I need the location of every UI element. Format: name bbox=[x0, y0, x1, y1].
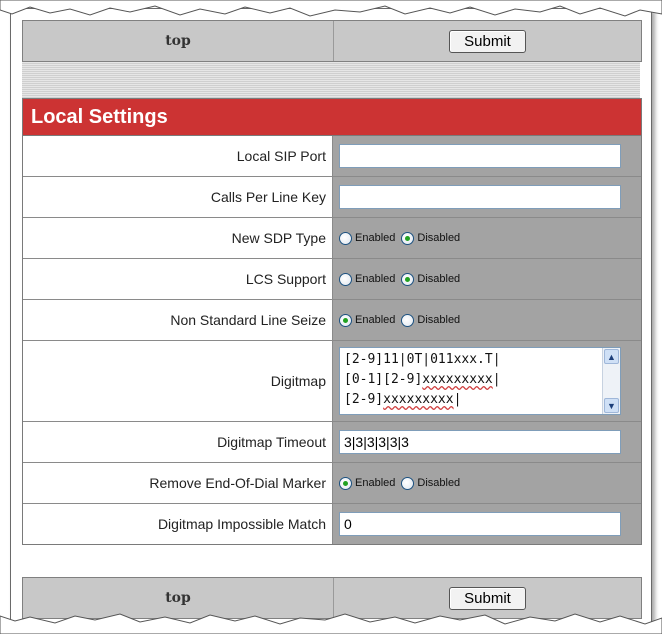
digitmap-line-3-prefix: [2-9] bbox=[344, 392, 384, 407]
remove-end-of-dial-marker-enabled-radio[interactable] bbox=[339, 476, 352, 490]
submit-button-bottom[interactable]: Submit bbox=[449, 586, 526, 610]
digitmap-line-1: [2-9]11|0T|011xxx.T| bbox=[344, 352, 501, 367]
row-new-sdp-type: New SDP Type Enabled Disabled bbox=[23, 218, 641, 259]
submit-button-top[interactable]: Submit bbox=[449, 29, 526, 53]
calls-per-line-key-input[interactable] bbox=[339, 185, 621, 209]
digitmap-line-2-digits: xxxxxxxxx bbox=[422, 372, 493, 387]
bottom-nav-bar: top Submit bbox=[22, 577, 642, 619]
digitmap-scrollbar[interactable]: ▲ ▼ bbox=[602, 348, 620, 414]
top-link[interactable]: top bbox=[23, 21, 334, 61]
row-digitmap-impossible-match: Digitmap Impossible Match bbox=[23, 504, 641, 544]
digitmap-line-3-digits: xxxxxxxxx bbox=[383, 392, 454, 407]
new-sdp-type-radio-group: Enabled Disabled bbox=[339, 231, 466, 245]
digitmap-impossible-match-label: Digitmap Impossible Match bbox=[23, 504, 333, 544]
radio-label-disabled: Disabled bbox=[417, 314, 461, 326]
digitmap-timeout-input[interactable] bbox=[339, 430, 621, 454]
separator bbox=[22, 62, 640, 98]
radio-label-disabled: Disabled bbox=[417, 477, 461, 489]
new-sdp-type-disabled-radio[interactable] bbox=[401, 231, 415, 245]
remove-end-of-dial-marker-radio-group: Enabled Disabled bbox=[339, 476, 466, 490]
top-nav-bar: top Submit bbox=[22, 20, 642, 62]
lcs-support-radio-group: Enabled Disabled bbox=[339, 272, 466, 286]
non-standard-line-seize-disabled-radio[interactable] bbox=[401, 313, 415, 327]
scroll-up-icon[interactable]: ▲ bbox=[604, 349, 619, 364]
row-digitmap-timeout: Digitmap Timeout bbox=[23, 422, 641, 463]
radio-label-disabled: Disabled bbox=[417, 232, 461, 244]
radio-label-enabled: Enabled bbox=[355, 232, 396, 244]
digitmap-text: [2-9]11|0T|011xxx.T| [0-1][2-9]xxxxxxxxx… bbox=[340, 348, 620, 412]
non-standard-line-seize-enabled-radio[interactable] bbox=[339, 313, 352, 327]
lcs-support-disabled-radio[interactable] bbox=[401, 272, 415, 286]
lcs-support-label: LCS Support bbox=[23, 259, 333, 299]
remove-end-of-dial-marker-label: Remove End-Of-Dial Marker bbox=[23, 463, 333, 503]
section-title: Local Settings bbox=[23, 99, 641, 136]
remove-end-of-dial-marker-disabled-radio[interactable] bbox=[401, 476, 415, 490]
row-calls-per-line-key: Calls Per Line Key bbox=[23, 177, 641, 218]
digitmap-timeout-label: Digitmap Timeout bbox=[23, 422, 333, 462]
calls-per-line-key-label: Calls Per Line Key bbox=[23, 177, 333, 217]
digitmap-label: Digitmap bbox=[23, 341, 333, 421]
local-settings-panel: Local Settings Local SIP Port Calls Per … bbox=[22, 98, 642, 545]
lcs-support-enabled-radio[interactable] bbox=[339, 272, 352, 286]
row-digitmap: Digitmap [2-9]11|0T|011xxx.T| [0-1][2-9]… bbox=[23, 341, 641, 422]
radio-label-disabled: Disabled bbox=[417, 273, 461, 285]
new-sdp-type-enabled-radio[interactable] bbox=[339, 231, 352, 245]
radio-label-enabled: Enabled bbox=[355, 477, 396, 489]
digitmap-line-3-bar: | bbox=[453, 392, 462, 407]
new-sdp-type-label: New SDP Type bbox=[23, 218, 333, 258]
digitmap-line-2-bar: | bbox=[492, 372, 501, 387]
radio-label-enabled: Enabled bbox=[355, 273, 396, 285]
row-non-standard-line-seize: Non Standard Line Seize Enabled Disabled bbox=[23, 300, 641, 341]
digitmap-line-2-prefix: [0-1][2-9] bbox=[344, 372, 423, 387]
non-standard-line-seize-label: Non Standard Line Seize bbox=[23, 300, 333, 340]
local-sip-port-input[interactable] bbox=[339, 144, 621, 168]
row-lcs-support: LCS Support Enabled Disabled bbox=[23, 259, 641, 300]
digitmap-impossible-match-input[interactable] bbox=[339, 512, 621, 536]
scroll-down-icon[interactable]: ▼ bbox=[604, 398, 619, 413]
non-standard-line-seize-radio-group: Enabled Disabled bbox=[339, 313, 466, 327]
row-local-sip-port: Local SIP Port bbox=[23, 136, 641, 177]
digitmap-textarea[interactable]: [2-9]11|0T|011xxx.T| [0-1][2-9]xxxxxxxxx… bbox=[339, 347, 621, 415]
bottom-top-link[interactable]: top bbox=[23, 578, 334, 618]
local-sip-port-label: Local SIP Port bbox=[23, 136, 333, 176]
row-remove-end-of-dial-marker: Remove End-Of-Dial Marker Enabled Disabl… bbox=[23, 463, 641, 504]
radio-label-enabled: Enabled bbox=[355, 314, 396, 326]
